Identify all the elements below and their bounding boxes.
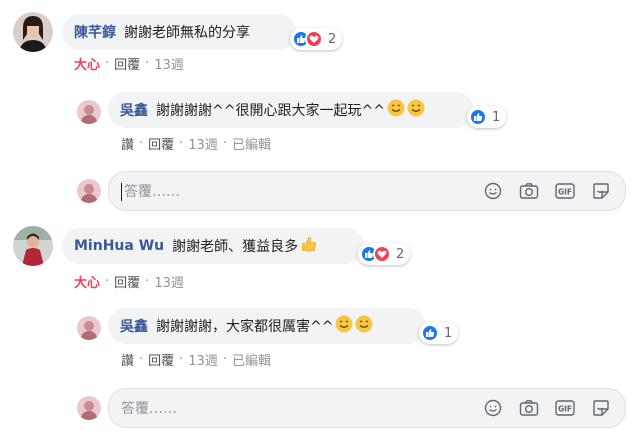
like-button[interactable]: 讚: [121, 350, 134, 369]
edited-label[interactable]: 已編輯: [232, 134, 271, 153]
edited-label[interactable]: 已編輯: [232, 350, 271, 369]
reply-placeholder: 答覆……: [121, 401, 177, 417]
emoji-icon[interactable]: [483, 398, 503, 418]
camera-icon[interactable]: [519, 181, 539, 201]
reply-author[interactable]: 吳鑫: [120, 100, 148, 120]
reply-bubble: 吳鑫 謝謝謝謝^^很開心跟大家一起玩^^: [108, 92, 474, 128]
love-reaction-icon: [373, 245, 391, 263]
reaction-summary[interactable]: 2: [290, 28, 343, 50]
separator: ·: [222, 136, 227, 151]
reaction-summary[interactable]: 1: [419, 322, 459, 344]
avatar[interactable]: [13, 12, 53, 52]
reply-text: 謝謝謝謝^^很開心跟大家一起玩^^: [156, 103, 385, 119]
reply-button[interactable]: 回覆: [148, 134, 174, 153]
avatar: [77, 396, 101, 420]
comment-author[interactable]: MinHua Wu: [74, 238, 164, 254]
smile-emoji-icon: [335, 315, 353, 337]
reaction-summary[interactable]: 1: [467, 106, 507, 128]
timestamp[interactable]: 13週: [154, 54, 184, 73]
reply-actions: 讚 · 回覆 · 13週 · 已編輯: [121, 134, 271, 153]
text-caret: [121, 183, 122, 201]
sticker-icon[interactable]: [591, 181, 611, 201]
reply-placeholder: 答覆……: [124, 184, 180, 200]
like-reaction-icon: [469, 108, 487, 126]
reply-input[interactable]: 答覆…… GIF: [108, 171, 626, 211]
separator: ·: [139, 352, 144, 367]
reply-button[interactable]: 回覆: [114, 54, 140, 73]
comment-actions: 大心 · 回覆 · 13週: [74, 54, 184, 73]
comment-text: 謝謝老師、獲益良多: [172, 239, 299, 255]
gif-icon[interactable]: GIF: [555, 398, 575, 418]
separator: ·: [179, 136, 184, 151]
svg-text:GIF: GIF: [558, 405, 572, 414]
svg-text:GIF: GIF: [558, 188, 572, 197]
comment-actions: 大心 · 回覆 · 13週: [74, 272, 184, 291]
reply-text: 謝謝謝謝，大家都很厲害^^: [156, 319, 334, 335]
comment-bubble: 陳芊錞 謝謝老師無私的分享: [62, 14, 296, 50]
sticker-icon[interactable]: [591, 398, 611, 418]
reaction-count: 2: [396, 246, 405, 262]
comment-text: 謝謝老師無私的分享: [124, 25, 250, 41]
separator: ·: [105, 56, 110, 71]
timestamp[interactable]: 13週: [188, 350, 218, 369]
smile-emoji-icon: [355, 315, 373, 337]
timestamp[interactable]: 13週: [188, 134, 218, 153]
smile-emoji-icon: [387, 99, 405, 121]
reaction-summary[interactable]: 2: [358, 243, 411, 265]
reaction-count: 1: [492, 109, 501, 125]
timestamp[interactable]: 13週: [154, 272, 184, 291]
avatar[interactable]: [13, 226, 53, 266]
avatar[interactable]: [77, 100, 101, 124]
reply-button[interactable]: 回覆: [148, 350, 174, 369]
like-reaction-icon: [421, 324, 439, 342]
separator: ·: [179, 352, 184, 367]
comment-author[interactable]: 陳芊錞: [74, 22, 116, 42]
camera-icon[interactable]: [519, 398, 539, 418]
separator: ·: [222, 352, 227, 367]
comment-bubble: MinHua Wu 謝謝老師、獲益良多: [62, 228, 364, 264]
reply-button[interactable]: 回覆: [114, 272, 140, 291]
like-button[interactable]: 讚: [121, 134, 134, 153]
love-reaction-icon: [305, 30, 323, 48]
reply-actions: 讚 · 回覆 · 13週 · 已編輯: [121, 350, 271, 369]
reply-bubble: 吳鑫 謝謝謝謝，大家都很厲害^^: [108, 308, 426, 344]
reply-author[interactable]: 吳鑫: [120, 316, 148, 336]
separator: ·: [105, 274, 110, 289]
separator: ·: [139, 136, 144, 151]
reaction-count: 2: [328, 31, 337, 47]
separator: ·: [145, 56, 150, 71]
smile-emoji-icon: [407, 99, 425, 121]
gif-icon[interactable]: GIF: [555, 181, 575, 201]
love-button[interactable]: 大心: [74, 54, 100, 73]
reaction-count: 1: [444, 325, 453, 341]
love-button[interactable]: 大心: [74, 272, 100, 291]
reply-input[interactable]: 答覆…… GIF: [108, 388, 626, 428]
emoji-icon[interactable]: [483, 181, 503, 201]
avatar[interactable]: [77, 316, 101, 340]
avatar: [77, 179, 101, 203]
thumbs-up-emoji-icon: [300, 235, 318, 257]
separator: ·: [145, 274, 150, 289]
